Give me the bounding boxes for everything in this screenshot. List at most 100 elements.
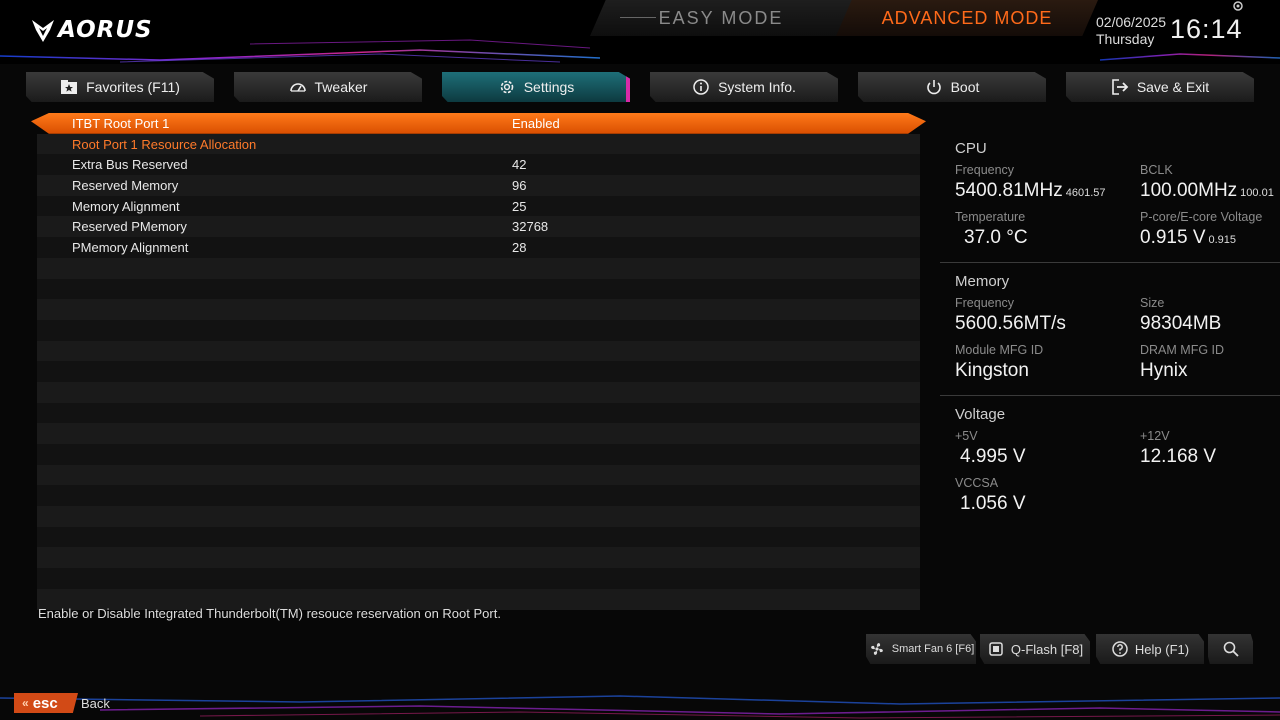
tab-system-info[interactable]: System Info.	[650, 72, 838, 102]
setting-value[interactable]: 42	[512, 157, 526, 172]
memory-dram-mfg: DRAM MFG ID Hynix	[1140, 342, 1280, 389]
stat-label: Temperature	[955, 210, 1026, 224]
back-label[interactable]: Back	[81, 696, 110, 711]
star-folder-icon	[61, 80, 78, 94]
voltage-section: Voltage +5V 4.995 V +12V 12.168 V VCCSA …	[940, 406, 1280, 522]
empty-row	[37, 464, 920, 486]
help-description: Enable or Disable Integrated Thunderbolt…	[38, 606, 501, 621]
setting-value[interactable]: 25	[512, 199, 526, 214]
empty-row	[37, 568, 920, 589]
setting-value[interactable]: 28	[512, 240, 526, 255]
search-icon	[1223, 641, 1239, 657]
setting-label: Reserved Memory	[72, 177, 179, 193]
empty-row	[37, 506, 920, 527]
stat-label: Module MFG ID	[955, 343, 1044, 357]
divider	[940, 262, 1280, 263]
stat-main: 0.915 V	[1140, 227, 1206, 248]
empty-row	[37, 361, 920, 382]
tab-label: Favorites (F11)	[86, 79, 180, 95]
divider	[940, 395, 1280, 396]
setting-value[interactable]: 96	[512, 178, 526, 193]
stat-value: 12.168 V	[1140, 446, 1217, 467]
voltage-5v: +5V 4.995 V	[955, 428, 1140, 475]
voltage-12v: +12V 12.168 V	[1140, 428, 1280, 475]
setting-reserved-memory[interactable]: Reserved Memory 96	[37, 175, 920, 196]
empty-row	[37, 278, 920, 300]
stat-sub: 100.01	[1240, 187, 1274, 199]
gear-icon	[500, 80, 514, 94]
advanced-mode-button[interactable]: ADVANCED MODE	[836, 0, 1098, 36]
empty-row	[37, 547, 920, 569]
gauge-icon	[289, 83, 306, 92]
setting-label: ITBT Root Port 1	[72, 115, 170, 131]
neon-decoration	[0, 695, 1280, 719]
setting-reserved-pmemory[interactable]: Reserved PMemory 32768	[37, 216, 920, 238]
help-button[interactable]: Help (F1)	[1096, 634, 1204, 664]
setting-value[interactable]: Enabled	[512, 116, 560, 131]
fan-icon	[870, 643, 883, 655]
stat-label: DRAM MFG ID	[1140, 343, 1225, 357]
section-title: Voltage	[955, 406, 1006, 423]
cpu-section: CPU Frequency 5400.81MHz 4601.57 BCLK 100…	[940, 140, 1280, 256]
section-heading-resource-allocation: Root Port 1 Resource Allocation	[37, 133, 920, 155]
info-icon	[693, 79, 709, 95]
tab-boot[interactable]: Boot	[858, 72, 1046, 102]
stat-value: 5400.81MHz 4601.57	[955, 178, 1140, 206]
tab-save-exit[interactable]: Save & Exit	[1066, 72, 1254, 102]
stat-value: 4.995 V	[960, 446, 1026, 467]
empty-row	[37, 257, 920, 279]
setting-value[interactable]: 32768	[512, 219, 548, 234]
stat-main: 100.00MHz	[1140, 180, 1238, 201]
tab-tweaker[interactable]: Tweaker	[234, 72, 422, 102]
stat-label: Frequency	[955, 163, 1015, 177]
footer-bar: « esc Back	[0, 688, 1280, 720]
memory-module-mfg: Module MFG ID Kingston	[955, 342, 1140, 389]
tab-favorites[interactable]: Favorites (F11)	[26, 72, 214, 102]
clock-settings-icon[interactable]	[1232, 0, 1244, 12]
stat-label: P-core/E-core Voltage	[1140, 210, 1263, 224]
power-icon	[926, 80, 941, 95]
stat-main: 5400.81MHz	[955, 180, 1063, 201]
advanced-mode-label: ADVANCED MODE	[881, 7, 1053, 28]
empty-row	[37, 299, 920, 320]
stat-label: +5V	[955, 429, 978, 443]
stat-value: 37.0 °C	[964, 227, 1028, 248]
tab-label: Save & Exit	[1136, 79, 1210, 95]
setting-label: Reserved PMemory	[72, 219, 187, 235]
chip-icon	[989, 642, 1003, 656]
smart-fan-button[interactable]: Smart Fan 6 [F6]	[866, 634, 976, 664]
empty-row	[37, 444, 920, 465]
setting-itbt-root-port[interactable]: ITBT Root Port 1 Enabled	[31, 113, 926, 134]
setting-label: Extra Bus Reserved	[72, 157, 188, 173]
stat-value: Kingston	[955, 360, 1029, 381]
help-icon	[1112, 641, 1128, 657]
esc-button[interactable]: « esc	[14, 693, 78, 713]
tool-label: Help (F1)	[1134, 641, 1190, 657]
voltage-vccsa: VCCSA 1.056 V	[955, 475, 1140, 522]
tool-label: Q-Flash [F8]	[1010, 641, 1084, 657]
stat-value: 1.056 V	[960, 493, 1026, 514]
tab-settings[interactable]: Settings	[442, 72, 630, 102]
tab-label: Boot	[950, 79, 980, 95]
empty-row	[37, 340, 920, 362]
qflash-button[interactable]: Q-Flash [F8]	[980, 634, 1090, 664]
tab-label: Tweaker	[314, 79, 368, 95]
hardware-monitor-panel: CPU Frequency 5400.81MHz 4601.57 BCLK 100…	[940, 140, 1280, 522]
memory-size: Size 98304MB	[1140, 295, 1280, 342]
eagle-logo-icon	[32, 20, 54, 42]
setting-memory-alignment[interactable]: Memory Alignment 25	[37, 195, 920, 217]
setting-label: Memory Alignment	[72, 198, 180, 214]
easy-mode-button[interactable]: EASY MODE	[590, 0, 852, 36]
stat-sub: 4601.57	[1065, 187, 1106, 199]
cpu-temperature: Temperature 37.0 °C	[955, 209, 1140, 256]
aorus-logo: AORUS	[30, 14, 153, 46]
empty-row	[37, 381, 920, 403]
setting-pmemory-alignment[interactable]: PMemory Alignment 28	[37, 237, 920, 258]
setting-extra-bus-reserved[interactable]: Extra Bus Reserved 42	[37, 154, 920, 176]
stat-value: 0.915 V 0.915	[1140, 225, 1280, 253]
empty-row	[37, 423, 920, 444]
date-text: 02/06/2025	[1096, 14, 1167, 30]
exit-icon	[1112, 79, 1129, 95]
stat-label: VCCSA	[955, 476, 999, 490]
search-button[interactable]	[1208, 634, 1253, 664]
